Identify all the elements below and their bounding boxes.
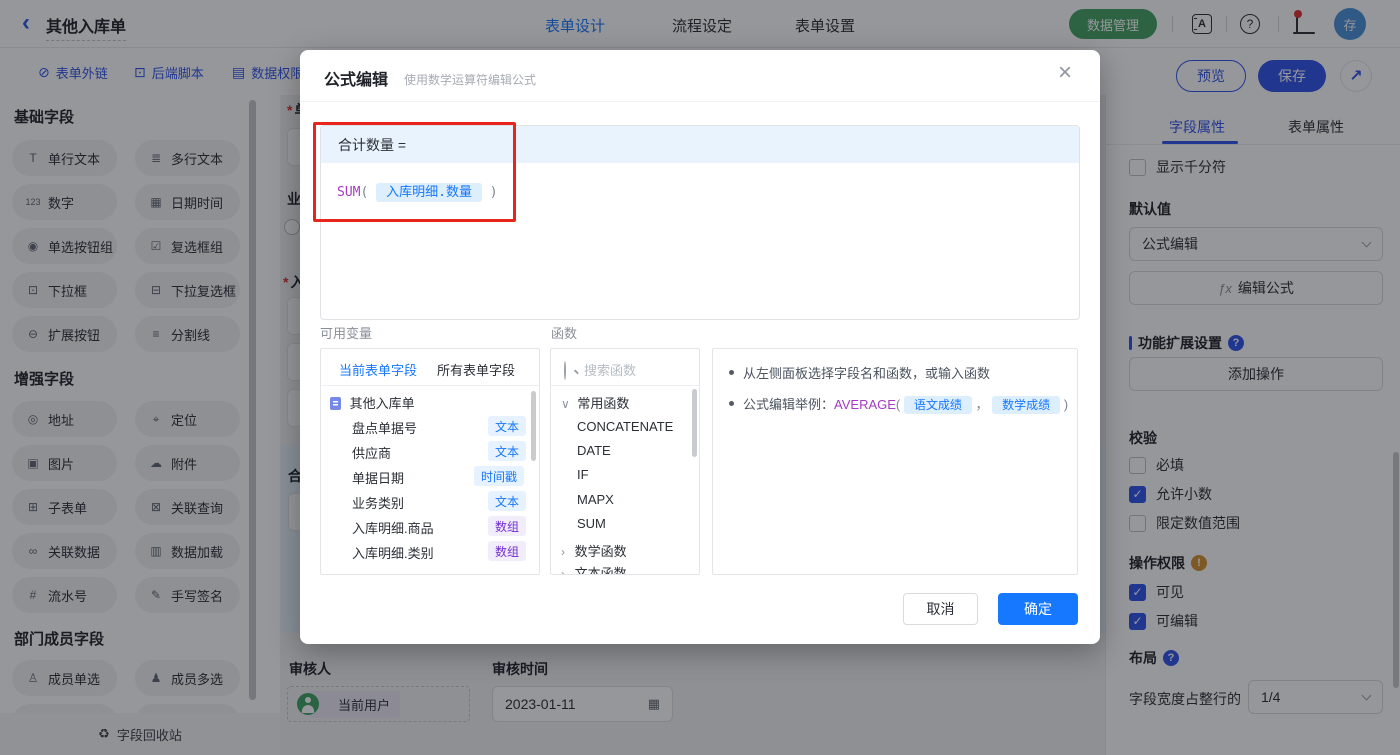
divider [300,101,1100,102]
function-group-common[interactable]: ∨ 常用函数 [561,393,629,412]
functions-label: 函数 [551,326,578,341]
variables-scrollbar[interactable] [531,391,536,461]
modal-title: 公式编辑 [324,72,389,89]
cancel-button[interactable]: 取消 [903,593,978,625]
hint-line-1: 从左侧面板选择字段名和函数，或输入函数 [729,363,990,382]
type-badge: 文本 [488,491,527,511]
variable-item[interactable]: 供应商 [352,443,391,462]
variable-item[interactable]: 入库明细.类别 [352,543,434,562]
function-item[interactable]: MAPX [577,492,614,507]
formula-expression[interactable]: SUM( 入库明细.数量 ) [337,181,498,202]
chevron-right-icon: › [561,545,565,559]
function-group-text[interactable]: › 文本函数 [561,563,627,575]
chevron-right-icon: › [561,567,565,575]
formula-edit-modal: 公式编辑 使用数学运算符编辑公式 × 合计数量 = SUM( 入库明细.数量 )… [300,50,1100,644]
modal-subtitle: 使用数学运算符编辑公式 [404,73,537,87]
chevron-down-icon: ∨ [561,397,570,411]
example-chip: 语文成绩 [903,396,972,414]
formula-target-row: 合计数量 = [321,126,1079,163]
formula-editor[interactable]: 合计数量 = SUM( 入库明细.数量 ) [320,125,1080,320]
variable-item[interactable]: 入库明细.商品 [352,518,434,537]
form-doc-icon [330,397,341,410]
function-group-math[interactable]: › 数学函数 [561,541,627,560]
tab-current-form-fields[interactable]: 当前表单字段 [339,360,417,379]
variables-panel: 当前表单字段 所有表单字段 其他入库单 盘点单据号 文本 供应商 文本 单据日期… [320,348,540,575]
variable-item[interactable]: 单据日期 [352,468,404,487]
variables-tabs: 当前表单字段 所有表单字段 [321,349,539,386]
variables-label: 可用变量 [320,326,373,341]
function-search-row: 搜索函数 [551,349,699,386]
example-chip: 数学成绩 [992,396,1061,414]
function-item[interactable]: IF [577,467,589,482]
search-icon [564,361,566,380]
variable-item[interactable]: 业务类别 [352,493,404,512]
screen: ‹ 其他入库单 表单设计 流程设定 表单设置 数据管理 A ? 存 ⊘ 表单外链… [0,0,1400,755]
hint-line-2: 公式编辑举例：AVERAGE( 语文成绩 ， 数学成绩 ) [729,394,1068,414]
functions-panel: 搜索函数 ∨ 常用函数 CONCATENATE DATE IF MAPX SUM… [550,348,700,575]
variable-item[interactable]: 盘点单据号 [352,418,417,437]
tab-all-form-fields[interactable]: 所有表单字段 [437,360,515,379]
function-item[interactable]: CONCATENATE [577,419,673,434]
function-item[interactable]: DATE [577,443,611,458]
bullet [729,370,734,375]
function-item[interactable]: SUM [577,516,606,531]
variable-root-node[interactable]: 其他入库单 [330,393,415,412]
bullet [729,401,734,406]
function-search-input[interactable]: 搜索函数 [584,360,636,379]
close-icon[interactable]: × [1058,61,1072,85]
type-badge: 数组 [488,516,527,536]
field-chip[interactable]: 入库明细.数量 [376,183,482,202]
functions-scrollbar[interactable] [692,389,697,457]
confirm-button[interactable]: 确定 [998,593,1078,625]
type-badge: 数组 [488,541,527,561]
type-badge: 文本 [488,416,527,436]
type-badge: 文本 [488,441,527,461]
type-badge: 时间戳 [474,466,525,486]
hints-panel: 从左侧面板选择字段名和函数，或输入函数 公式编辑举例：AVERAGE( 语文成绩… [712,348,1078,575]
